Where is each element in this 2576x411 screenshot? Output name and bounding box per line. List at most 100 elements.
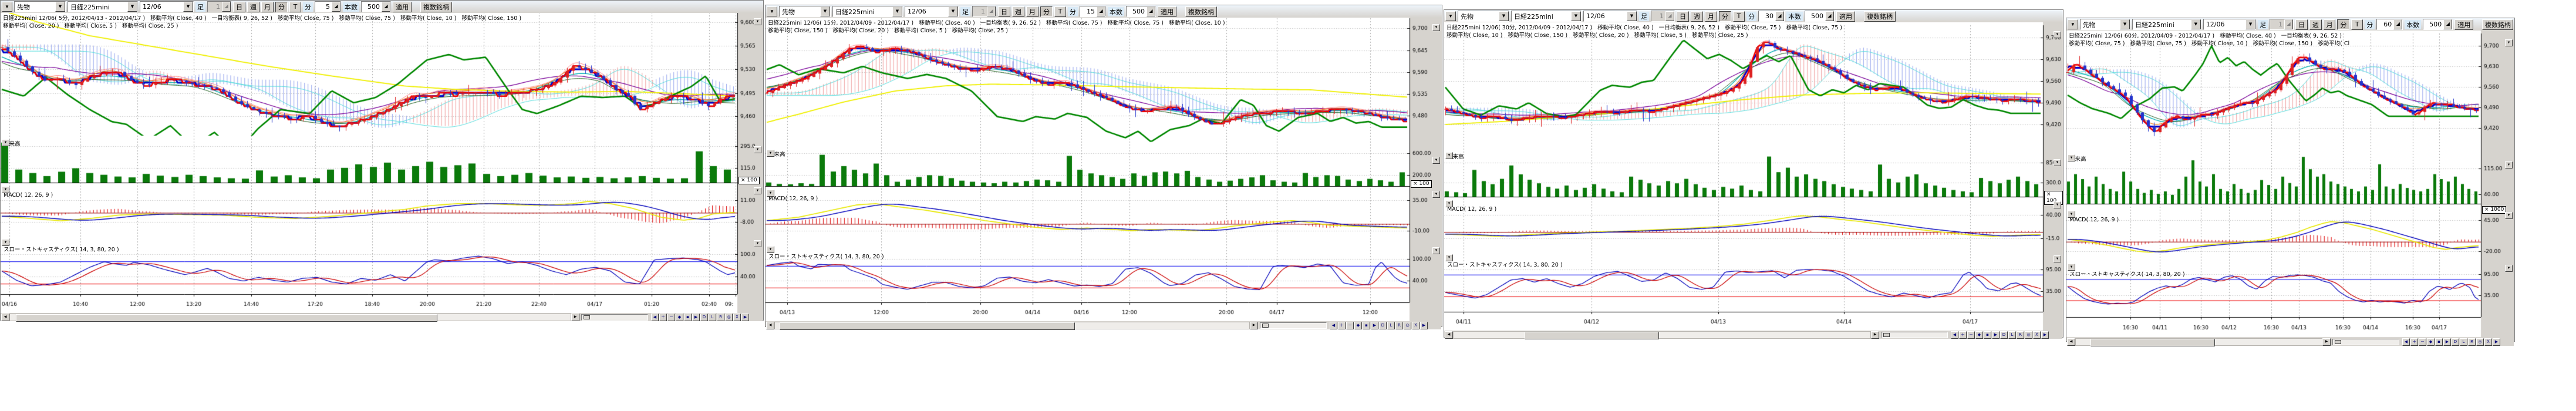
chart-tool-button[interactable]: ＋: [659, 314, 667, 321]
chart-tool-button[interactable]: ◆: [676, 314, 683, 321]
chart-tool-button[interactable]: ◀: [2402, 338, 2410, 346]
window-menu-button[interactable]: ▼: [767, 6, 777, 16]
bars-spinner[interactable]: 500 ◢: [1126, 6, 1156, 17]
chart-tool-button[interactable]: ◎: [2476, 338, 2484, 346]
interval-spinner[interactable]: 1 ◢: [207, 1, 231, 12]
chart-tool-button[interactable]: ▶: [1371, 322, 1378, 329]
pane-collapse-button[interactable]: ▼: [2505, 161, 2513, 169]
chart-tool-button[interactable]: ◎: [1404, 322, 1411, 329]
spinner-icon[interactable]: ◢: [1147, 6, 1155, 16]
scrollbar-thumb[interactable]: [1525, 332, 1659, 339]
scroll-right-arrow[interactable]: ▶: [571, 314, 579, 321]
instrument-select[interactable]: 日経225mini ▼: [68, 1, 138, 12]
scrollbar-track[interactable]: [9, 314, 571, 321]
monthly-button[interactable]: 月: [1705, 11, 1717, 22]
pane-collapse-button[interactable]: ▼: [1445, 254, 1453, 261]
weekly-button[interactable]: 週: [247, 2, 259, 12]
weekly-button[interactable]: 週: [1012, 6, 1024, 17]
contract-select[interactable]: 12/06 ▼: [140, 1, 194, 12]
chart-tool-button[interactable]: ◎: [725, 314, 733, 321]
pane-collapse-button[interactable]: ▼: [2054, 255, 2061, 262]
scrollbar-track[interactable]: [2075, 338, 2322, 346]
chevron-down-icon[interactable]: ▼: [2191, 19, 2201, 29]
pane-collapse-button[interactable]: ▼: [2054, 201, 2061, 208]
pane-collapse-button[interactable]: ▼: [2, 186, 9, 193]
chevron-down-icon[interactable]: ▼: [55, 2, 65, 12]
spinner-icon[interactable]: ◢: [987, 6, 996, 16]
pane-collapse-button[interactable]: ▼: [754, 187, 761, 194]
chart-tool-button[interactable]: Ｘ: [1412, 322, 1420, 329]
chart-tool-button[interactable]: D: [2000, 331, 2008, 339]
chevron-down-icon[interactable]: ▼: [2245, 19, 2255, 29]
chart-tool-button[interactable]: Ｘ: [733, 314, 741, 321]
chart-tool-button[interactable]: ◆: [1354, 322, 1362, 329]
pane-collapse-button[interactable]: ▼: [1432, 24, 1440, 31]
chart-tool-button[interactable]: ▪: [1363, 322, 1370, 329]
pane-collapse-button[interactable]: ▼: [2054, 159, 2061, 166]
category-select[interactable]: 先物 ▼: [779, 6, 831, 17]
daily-button[interactable]: 日: [998, 6, 1010, 17]
spinner-icon[interactable]: ◢: [2443, 19, 2452, 29]
pane-collapse-button[interactable]: ▼: [1432, 191, 1440, 198]
chart-tool-button[interactable]: ▪: [684, 314, 692, 321]
chevron-down-icon[interactable]: ▼: [1499, 11, 1509, 21]
chart-tool-button[interactable]: ▶: [1420, 322, 1428, 329]
interval-spinner[interactable]: 1 ◢: [972, 6, 996, 17]
tick-button[interactable]: T: [1054, 6, 1066, 17]
pane-collapse-button[interactable]: ▼: [2505, 39, 2513, 46]
minute-button[interactable]: 分: [1719, 11, 1731, 22]
pane-collapse-button[interactable]: ▼: [767, 150, 774, 157]
pane-collapse-button[interactable]: ▼: [2068, 154, 2075, 161]
chart-tool-button[interactable]: ▶: [741, 314, 749, 321]
chevron-down-icon[interactable]: ▼: [2120, 19, 2130, 29]
weekly-button[interactable]: 週: [2309, 19, 2322, 30]
monthly-button[interactable]: 月: [2324, 19, 2336, 30]
interval-spinner[interactable]: 1 ◢: [1651, 11, 1675, 22]
zoom-slider[interactable]: [2332, 339, 2399, 345]
daily-button[interactable]: 日: [233, 2, 245, 12]
minutes-spinner[interactable]: 15 ◢: [1080, 6, 1106, 17]
zoom-slider[interactable]: [581, 314, 648, 321]
pane-collapse-button[interactable]: ▼: [2068, 264, 2075, 271]
window-menu-button[interactable]: ▼: [2, 2, 12, 12]
chevron-down-icon[interactable]: ▼: [183, 2, 193, 12]
pane-collapse-button[interactable]: ▼: [1432, 247, 1440, 254]
apply-button[interactable]: 適用: [393, 2, 412, 12]
tick-button[interactable]: T: [2351, 19, 2363, 30]
chart-tool-button[interactable]: ▪: [2435, 338, 2443, 346]
chevron-down-icon[interactable]: ▼: [892, 6, 902, 16]
chart-tool-button[interactable]: ▶: [2493, 338, 2500, 346]
pane-collapse-button[interactable]: ▼: [2505, 212, 2513, 219]
scrollbar-thumb[interactable]: [16, 314, 437, 322]
contract-select[interactable]: 12/06 ▼: [1583, 11, 1637, 22]
chart-tool-button[interactable]: R: [1395, 322, 1403, 329]
window-menu-button[interactable]: ▼: [2068, 19, 2078, 29]
chart-tool-button[interactable]: L: [2460, 338, 2467, 346]
zoom-slider-thumb[interactable]: [1262, 324, 1269, 328]
monthly-button[interactable]: 月: [261, 2, 274, 12]
pane-collapse-button[interactable]: ▼: [767, 246, 774, 253]
chart-tool-button[interactable]: ＋: [1959, 331, 1967, 339]
spinner-icon[interactable]: ◢: [332, 2, 340, 12]
multi-symbol-button[interactable]: 複数銘柄: [1864, 11, 1896, 22]
chart-tool-button[interactable]: ◀: [1330, 322, 1337, 329]
window-menu-button[interactable]: ▼: [1445, 11, 1456, 21]
spinner-icon[interactable]: ◢: [1665, 11, 1674, 21]
instrument-select[interactable]: 日経225mini ▼: [832, 6, 903, 17]
scroll-left-arrow[interactable]: ◀: [2067, 338, 2075, 346]
category-select[interactable]: 先物 ▼: [1458, 11, 1509, 22]
pane-collapse-button[interactable]: ▼: [2, 239, 9, 246]
chart-tool-button[interactable]: D: [2452, 338, 2459, 346]
minute-button[interactable]: 分: [1040, 6, 1053, 17]
pane-collapse-button[interactable]: ▼: [2, 139, 9, 146]
chart-tool-button[interactable]: －: [2419, 338, 2426, 346]
interval-spinner[interactable]: 1 ◢: [2270, 19, 2294, 30]
chart-tool-button[interactable]: L: [2008, 331, 2016, 339]
scrollbar-thumb[interactable]: [2091, 339, 2215, 346]
pane-collapse-button[interactable]: ▼: [1445, 152, 1453, 159]
contract-select[interactable]: 12/06 ▼: [905, 6, 959, 17]
tick-button[interactable]: T: [289, 2, 301, 12]
chart-tool-button[interactable]: ◎: [2025, 331, 2032, 339]
pane-collapse-button[interactable]: ▼: [2054, 31, 2061, 38]
weekly-button[interactable]: 週: [1691, 11, 1703, 22]
